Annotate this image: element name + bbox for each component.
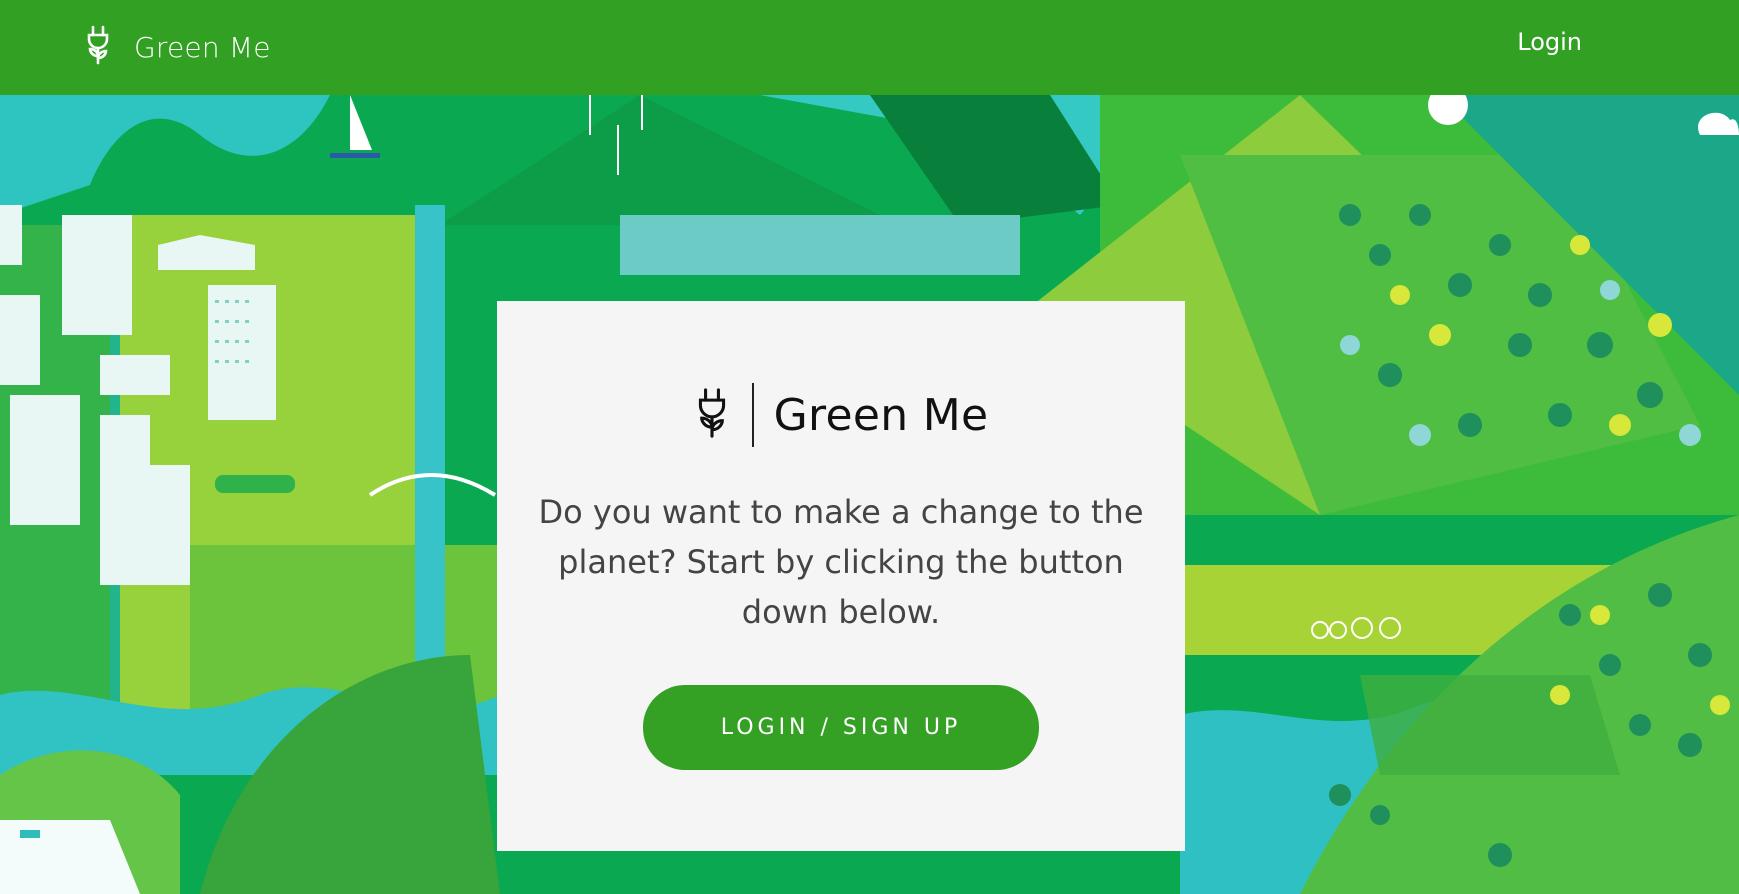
- welcome-card: Green Me Do you want to make a change to…: [497, 301, 1185, 851]
- card-brand-name: Green Me: [773, 389, 989, 441]
- welcome-message: Do you want to make a change to the plan…: [538, 493, 1144, 631]
- plug-leaf-logo-icon: [84, 25, 112, 70]
- logo-separator: [751, 383, 754, 447]
- nav-brand-name: Green Me: [134, 30, 271, 64]
- login-signup-button[interactable]: LOGIN / SIGN UP: [643, 685, 1039, 770]
- top-navbar: Green Me Login: [0, 0, 1739, 95]
- plug-leaf-logo-icon: [694, 386, 730, 445]
- card-logo: Green Me: [497, 383, 1185, 447]
- nav-login-link[interactable]: Login: [1517, 27, 1582, 57]
- nav-brand-link[interactable]: Green Me: [84, 22, 271, 72]
